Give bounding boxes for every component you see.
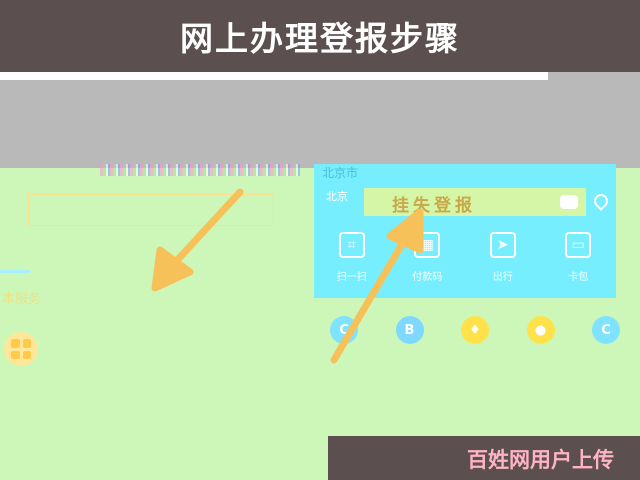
service-icon-4[interactable]: ● bbox=[526, 316, 555, 344]
grid-app-icon[interactable] bbox=[4, 332, 38, 366]
search-button[interactable] bbox=[560, 195, 578, 209]
panel-search-text: 挂失登报 bbox=[392, 196, 476, 216]
panel-top-text: 北京市 bbox=[322, 166, 359, 180]
left-divider bbox=[0, 270, 30, 273]
action-travel[interactable]: ➤ 出行 bbox=[473, 232, 533, 292]
card-icon: ▦ bbox=[414, 232, 441, 258]
panel-search-field[interactable]: 挂失登报 bbox=[364, 188, 586, 216]
divider-strip bbox=[0, 72, 548, 80]
action-pay[interactable]: ▦ 付款码 bbox=[397, 232, 457, 292]
app-home-panel: 北京市 北京 挂失登报 ⌗ 扫一扫 ▦ 付款码 ➤ 出行 ▭ 卡包 bbox=[314, 164, 616, 298]
action-scan[interactable]: ⌗ 扫一扫 bbox=[322, 232, 382, 292]
service-icon-1[interactable]: C bbox=[330, 316, 358, 344]
gray-band bbox=[0, 80, 640, 168]
left-section-label: 本服务 bbox=[2, 292, 42, 307]
gray-band-lip bbox=[548, 72, 640, 80]
page-title: 网上办理登报步骤 bbox=[180, 19, 460, 58]
scan-icon: ⌗ bbox=[338, 232, 365, 258]
action-label: 出行 bbox=[492, 272, 513, 283]
bottom-bar: 百姓网用户上传 bbox=[328, 436, 640, 480]
action-label: 付款码 bbox=[412, 272, 443, 283]
title-bar: 网上办理登报步骤 bbox=[0, 0, 640, 72]
quick-actions: ⌗ 扫一扫 ▦ 付款码 ➤ 出行 ▭ 卡包 bbox=[314, 232, 616, 292]
wallet-icon: ▭ bbox=[565, 232, 592, 258]
action-wallet[interactable]: ▭ 卡包 bbox=[548, 232, 608, 292]
action-label: 卡包 bbox=[568, 272, 589, 283]
location-pin-icon[interactable] bbox=[591, 191, 611, 211]
action-label: 扫一扫 bbox=[336, 272, 367, 283]
watermark: 百姓网用户上传 bbox=[467, 448, 614, 472]
search-input[interactable] bbox=[28, 194, 274, 226]
service-icon-2[interactable]: B bbox=[395, 316, 424, 344]
service-icons-row: C B ♦ ● C bbox=[330, 316, 620, 348]
status-bar-artifact bbox=[100, 164, 300, 176]
location-icon: ➤ bbox=[489, 232, 516, 258]
service-icon-5[interactable]: C bbox=[592, 316, 620, 344]
service-icon-3[interactable]: ♦ bbox=[461, 316, 489, 344]
city-label[interactable]: 北京 bbox=[320, 190, 354, 204]
